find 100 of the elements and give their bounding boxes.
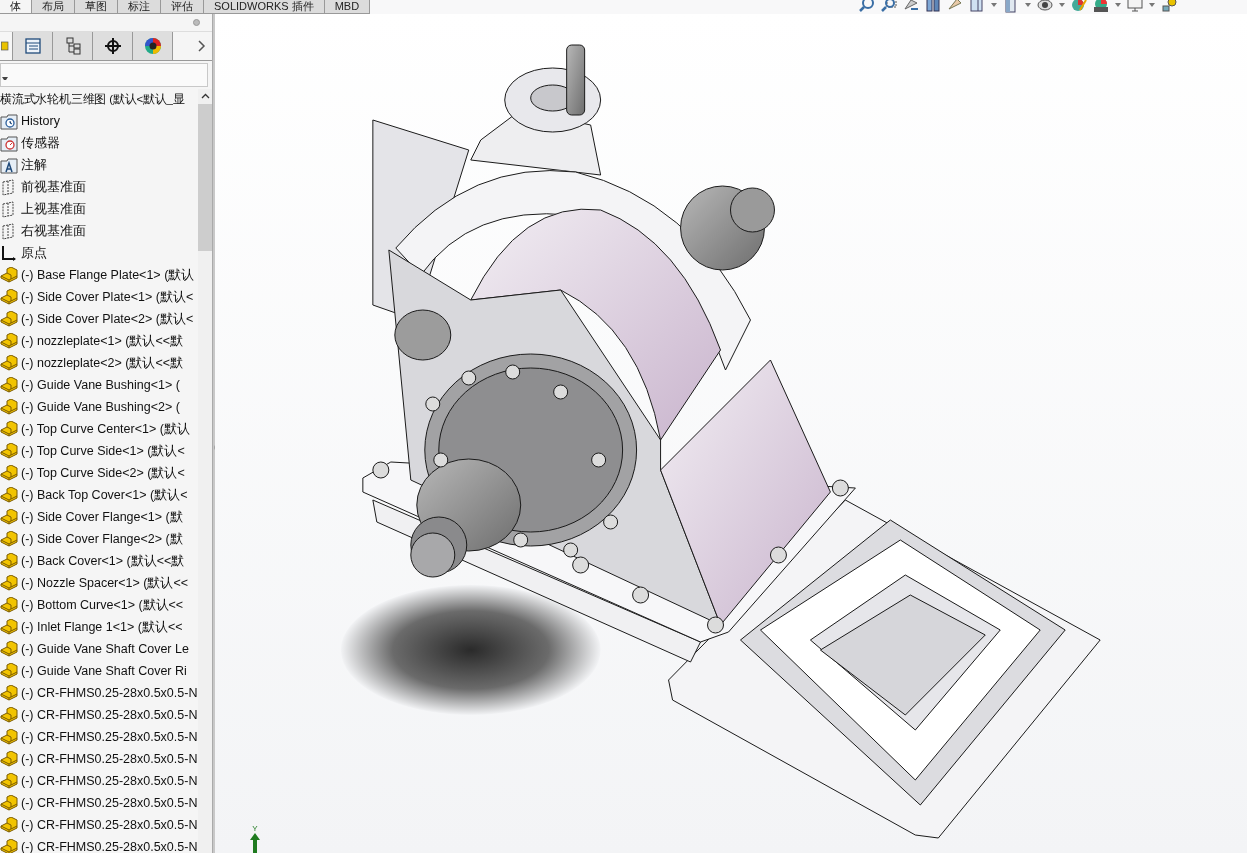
tree-item[interactable]: (-) CR-FHMS0.25-28x0.5x0.5-N bbox=[21, 840, 198, 853]
part-icon bbox=[0, 640, 18, 658]
tree-item[interactable]: (-) CR-FHMS0.25-28x0.5x0.5-N bbox=[21, 752, 198, 766]
part-icon bbox=[0, 530, 18, 548]
caret-icon[interactable] bbox=[991, 3, 997, 7]
origin-icon bbox=[0, 244, 18, 262]
tree-item[interactable]: 原点 bbox=[21, 244, 47, 262]
part-icon bbox=[0, 794, 18, 812]
part-icon bbox=[0, 816, 18, 834]
tree-item[interactable]: (-) Top Curve Side<2> (默认< bbox=[21, 464, 185, 482]
chevron-right-icon[interactable] bbox=[198, 40, 206, 52]
tree-item[interactable]: (-) CR-FHMS0.25-28x0.5x0.5-N bbox=[21, 774, 198, 788]
caret-icon[interactable] bbox=[1025, 3, 1031, 7]
tree-item[interactable]: (-) Back Cover<1> (默认<<默 bbox=[21, 552, 185, 570]
configuration-tree-icon bbox=[63, 37, 82, 55]
part-icon bbox=[0, 552, 18, 570]
tree-item[interactable]: (-) Nozzle Spacer<1> (默认<< bbox=[21, 574, 189, 592]
scroll-up-icon[interactable] bbox=[200, 93, 210, 99]
tree-item[interactable]: 横流式水轮机三维图 (默认<默认_显 bbox=[0, 89, 198, 110]
command-tab[interactable]: 草图 bbox=[75, 0, 118, 13]
tree-item[interactable]: (-) Top Curve Side<1> (默认< bbox=[21, 442, 185, 460]
part-icon bbox=[0, 706, 18, 724]
tree-item[interactable]: (-) Guide Vane Shaft Cover Ri bbox=[21, 664, 187, 678]
panel-grip-icon[interactable] bbox=[192, 19, 200, 26]
color-wheel-icon bbox=[143, 37, 162, 55]
part-icon bbox=[0, 310, 18, 328]
tree-item[interactable]: (-) Top Curve Center<1> (默认 bbox=[21, 420, 190, 438]
part-icon bbox=[0, 486, 18, 504]
tree-item[interactable]: (-) Side Cover Plate<1> (默认< bbox=[21, 288, 194, 306]
part-icon bbox=[0, 750, 18, 768]
tree-item[interactable]: (-) Side Cover Flange<2> (默 bbox=[21, 530, 183, 548]
part-icon bbox=[0, 376, 18, 394]
tree-item[interactable]: (-) Back Top Cover<1> (默认< bbox=[21, 486, 188, 504]
part-icon bbox=[0, 508, 18, 526]
caret-icon[interactable] bbox=[1059, 3, 1065, 7]
tree-item[interactable]: (-) Guide Vane Shaft Cover Le bbox=[21, 642, 189, 656]
part-icon bbox=[0, 354, 18, 372]
part-icon bbox=[0, 442, 18, 460]
tree-item[interactable]: 传感器 bbox=[21, 134, 60, 152]
part-icon bbox=[0, 618, 18, 636]
caret-icon[interactable] bbox=[1115, 3, 1121, 7]
tree-item[interactable]: (-) Base Flange Plate<1> (默认 bbox=[21, 266, 195, 284]
magnifier-icon[interactable] bbox=[859, 0, 875, 13]
tree-item[interactable]: History bbox=[21, 114, 60, 128]
tree-item[interactable]: (-) nozzleplate<1> (默认<<默 bbox=[21, 332, 183, 350]
part-icon bbox=[0, 684, 18, 702]
appearance-icon[interactable] bbox=[1071, 0, 1087, 13]
command-tab[interactable]: 体 bbox=[0, 0, 32, 13]
tree-item[interactable]: (-) nozzleplate<2> (默认<<默 bbox=[21, 354, 183, 372]
tree-item[interactable]: (-) CR-FHMS0.25-28x0.5x0.5-N bbox=[21, 818, 198, 832]
part-icon bbox=[0, 464, 18, 482]
tree-item[interactable]: (-) Guide Vane Bushing<1> ( bbox=[21, 378, 180, 392]
tree-item[interactable]: (-) CR-FHMS0.25-28x0.5x0.5-N bbox=[21, 686, 198, 700]
tree-item[interactable]: (-) Inlet Flange 1<1> (默认<< bbox=[21, 618, 183, 636]
caret-icon[interactable] bbox=[1149, 3, 1155, 7]
part-icon bbox=[0, 574, 18, 592]
command-tab[interactable]: 标注 bbox=[118, 0, 161, 13]
part-icon bbox=[0, 838, 18, 853]
section-view-icon[interactable] bbox=[925, 0, 941, 13]
monitor-icon[interactable] bbox=[1127, 0, 1143, 13]
zoom-area-icon[interactable] bbox=[881, 0, 897, 13]
part-icon bbox=[0, 596, 18, 614]
graphics-viewport[interactable]: Y bbox=[215, 14, 1247, 853]
tree-item[interactable]: 右视基准面 bbox=[21, 222, 86, 240]
command-tab[interactable]: 评估 bbox=[161, 0, 204, 13]
command-tab[interactable]: SOLIDWORKS 插件 bbox=[204, 0, 325, 13]
filter-field[interactable] bbox=[0, 63, 208, 87]
panel-tab[interactable] bbox=[133, 32, 173, 60]
display-style-icon[interactable] bbox=[1003, 0, 1019, 13]
tree-item[interactable]: (-) Guide Vane Bushing<2> ( bbox=[21, 400, 180, 414]
panel-tab[interactable] bbox=[93, 32, 133, 60]
command-tab[interactable]: MBD bbox=[324, 0, 371, 13]
tree-item[interactable]: 上视基准面 bbox=[21, 200, 86, 218]
tree-item[interactable]: 注解 bbox=[21, 156, 47, 174]
property-list-icon bbox=[23, 37, 42, 55]
tree-item[interactable]: (-) CR-FHMS0.25-28x0.5x0.5-N bbox=[21, 708, 198, 722]
scene-icon[interactable] bbox=[1093, 0, 1109, 13]
eye-icon[interactable] bbox=[1037, 0, 1053, 13]
part-icon bbox=[0, 420, 18, 438]
part-icon bbox=[0, 662, 18, 680]
part-icon bbox=[0, 398, 18, 416]
crosshair-icon bbox=[103, 37, 122, 55]
tree-item[interactable]: (-) Side Cover Plate<2> (默认< bbox=[21, 310, 194, 328]
part-icon bbox=[0, 728, 18, 746]
command-tab[interactable]: 布局 bbox=[32, 0, 75, 13]
scrollbar[interactable] bbox=[198, 89, 212, 853]
water-turbine-assembly-drawing[interactable] bbox=[340, 44, 1101, 839]
tree-item[interactable]: 前视基准面 bbox=[21, 178, 86, 196]
axis-label: Y bbox=[252, 825, 258, 833]
tree-item[interactable]: (-) CR-FHMS0.25-28x0.5x0.5-N bbox=[21, 730, 198, 744]
tree-item[interactable]: (-) CR-FHMS0.25-28x0.5x0.5-N bbox=[21, 796, 198, 810]
scroll-thumb[interactable] bbox=[198, 104, 212, 251]
tree-root-label: 横流式水轮机三维图 (默认<默认_显 bbox=[0, 92, 185, 107]
tree-item[interactable]: (-) Bottom Curve<1> (默认<< bbox=[21, 596, 184, 614]
part-icon bbox=[0, 332, 18, 350]
part-icon bbox=[0, 266, 18, 284]
view-orientation-icon[interactable] bbox=[969, 0, 985, 13]
tree-item[interactable]: (-) Side Cover Flange<1> (默 bbox=[21, 508, 183, 526]
filter-icon bbox=[2, 76, 8, 82]
annotation-folder-icon bbox=[0, 156, 18, 174]
